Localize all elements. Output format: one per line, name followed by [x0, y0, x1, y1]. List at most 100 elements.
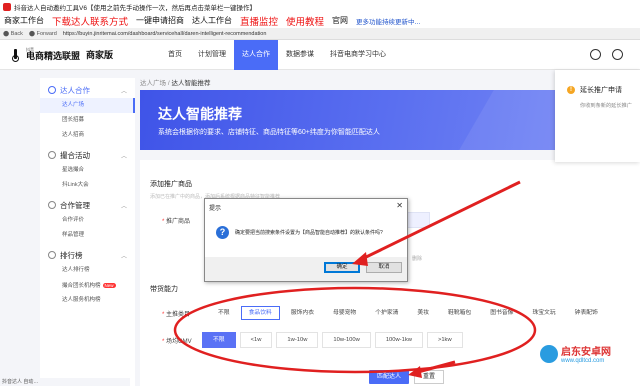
question-icon: ? [216, 226, 229, 239]
product-label-text: 推广商品 [166, 219, 191, 225]
logo-main-text: 电商精选联盟 [26, 51, 81, 61]
link-influencer-workbench[interactable]: 达人工作台 [192, 15, 232, 26]
douyin-logo-icon [12, 48, 22, 62]
chevron-up-icon: ︿ [120, 203, 127, 210]
sidebar-item-star-match[interactable]: 星选撮合 [40, 163, 135, 178]
reset-button[interactable]: 重置 [414, 370, 444, 384]
dialog-cancel-button[interactable]: 取消 [366, 262, 402, 273]
product-field-label: * 推广商品 [162, 219, 191, 225]
address-bar: ⬤ Back ⬤ Forward https://buyin.jinritema… [0, 28, 640, 40]
sidebar-group-label: 合作管理 [60, 200, 90, 210]
section-sales-ability-title: 带货能力 [150, 286, 178, 293]
category-option[interactable]: 母婴宠物 [325, 306, 364, 320]
group-icon [48, 251, 56, 259]
category-option[interactable]: 鞋靴箱包 [440, 306, 479, 320]
gmv-option[interactable]: 10w-100w [322, 332, 371, 348]
chevron-up-icon: ︿ [120, 253, 127, 260]
category-option[interactable]: 个护家清 [367, 306, 406, 320]
forward-label: Forward [36, 30, 57, 37]
watermark-name: 启东安卓网 [561, 347, 611, 358]
sidebar-group-match-events[interactable]: 撮合活动 ︿ [40, 147, 135, 163]
breadcrumb-current: 达人智能推荐 [171, 80, 211, 87]
sidebar: 达人合作 ︿ 达人广场 团长招募 达人招商 撮合活动 ︿ 星选撮合 抖Link大… [40, 78, 135, 386]
close-icon[interactable]: ✕ [396, 201, 403, 210]
group-icon [48, 201, 56, 209]
watermark-url: www.qdltcd.com [561, 358, 605, 364]
page-title: 达人智能推荐 [158, 107, 242, 123]
dialog-ok-button[interactable]: 确定 [324, 262, 360, 273]
settings-icon[interactable] [590, 49, 601, 60]
sidebar-item-influencer-invite[interactable]: 达人招商 [40, 128, 135, 143]
gmv-option[interactable]: <1w [239, 332, 273, 348]
link-download-contacts[interactable]: 下载达人联系方式 [52, 14, 128, 28]
confirm-dialog: 提示 ✕ ? 确定要把当前搜索条件设置为【商品智能自动推荐】的默认条件吗? 确定… [204, 198, 408, 282]
link-apply-invite[interactable]: 一键申请招商 [136, 15, 184, 26]
app-icon [3, 2, 11, 11]
app-logo[interactable]: 抖音 电商精选联盟 商家版 [12, 48, 114, 62]
category-option[interactable]: 图书音像 [482, 306, 521, 320]
category-label-text: 主推类目 [166, 312, 191, 318]
forward-button[interactable]: ⬤ Forward [29, 31, 57, 37]
gmv-option[interactable]: >1kw [426, 332, 463, 348]
sidebar-group-label: 达人合作 [60, 85, 90, 95]
notification-card[interactable]: ! 延长推广申请 你收到条新的延长推广 [555, 70, 640, 162]
sidebar-group-label: 排行榜 [60, 250, 83, 260]
link-official-site[interactable]: 官网 [332, 15, 348, 26]
category-option[interactable]: 美妆 [409, 306, 437, 320]
warning-icon: ! [567, 86, 575, 94]
category-option-selected[interactable]: 食品饮料 [240, 306, 280, 320]
breadcrumb-parent[interactable]: 达人广场 [140, 80, 166, 87]
dialog-message: 确定要把当前搜索条件设置为【商品智能自动推荐】的默认条件吗? [235, 230, 383, 236]
gmv-option[interactable]: 100w-1kw [374, 332, 423, 348]
nav-influencer-cooperation[interactable]: 达人合作 [234, 40, 278, 70]
link-more-features[interactable]: 更多功能持续更新中... [356, 16, 421, 26]
window-titlebar: 抖音达人自动邀约工具V6【使用之前先手动操作一次，然后再点击菜单栏一键操作】 [0, 0, 640, 13]
sidebar-item-service-agency-ranking[interactable]: 达人服务机构榜 [40, 293, 135, 308]
gmv-option[interactable]: 1w-10w [276, 332, 319, 348]
url-field[interactable]: https://buyin.jinritemai.com/dashboard/s… [63, 31, 267, 37]
group-icon [48, 86, 56, 94]
section-add-product-title: 添加推广商品 [150, 181, 192, 188]
merchant-edition-label: 商家版 [86, 50, 114, 60]
category-option[interactable]: 服饰内衣 [283, 306, 322, 320]
app-header: 抖音 电商精选联盟 商家版 首页 计划管理 达人合作 数据参谋 抖音电商学习中心 [0, 40, 640, 70]
nav-learning-center[interactable]: 抖音电商学习中心 [322, 40, 394, 70]
delete-product-link[interactable]: 删除 [412, 255, 422, 262]
category-option[interactable]: 钟表配饰 [567, 306, 606, 320]
group-icon [48, 151, 56, 159]
sidebar-item-leader-agency-ranking[interactable]: 撮合团长机构榜 New [40, 278, 135, 293]
nav-data-advisor[interactable]: 数据参谋 [278, 40, 322, 70]
watermark-logo-icon [540, 344, 558, 363]
sidebar-group-coop-management[interactable]: 合作管理 ︿ [40, 197, 135, 213]
new-badge: New [102, 283, 116, 288]
link-merchant-workbench[interactable]: 商家工作台 [4, 15, 44, 26]
back-label: Back [10, 30, 23, 37]
sidebar-item-label: 撮合团长机构榜 [62, 283, 101, 289]
gmv-options: 不限 <1w 1w-10w 10w-100w 100w-1kw >1kw [202, 332, 467, 348]
sidebar-item-sample-management[interactable]: 样品管理 [40, 228, 135, 243]
back-button[interactable]: ⬤ Back [3, 31, 23, 37]
notification-desc: 你收到条新的延长推广 [580, 103, 632, 109]
sidebar-item-influencer-ranking[interactable]: 达人排行榜 [40, 263, 135, 278]
link-tutorial[interactable]: 使用教程 [286, 14, 324, 28]
dialog-title: 提示 [209, 205, 222, 212]
top-nav: 首页 计划管理 达人合作 数据参谋 抖音电商学习中心 [160, 40, 394, 70]
sidebar-item-influencer-square[interactable]: 达人广场 [40, 98, 135, 113]
category-option[interactable]: 珠宝文玩 [524, 306, 563, 320]
notification-bell-icon[interactable] [612, 49, 623, 60]
match-influencer-button[interactable]: 匹配达人 [369, 370, 409, 384]
sidebar-item-leader-recruit[interactable]: 团长招募 [40, 113, 135, 128]
nav-home[interactable]: 首页 [160, 40, 190, 70]
sidebar-group-cooperation[interactable]: 达人合作 ︿ [40, 82, 135, 98]
sidebar-item-link-conference[interactable]: 抖Link大会 [40, 178, 135, 193]
nav-plan-management[interactable]: 计划管理 [190, 40, 234, 70]
link-live-monitor[interactable]: 直播监控 [240, 14, 278, 28]
sidebar-group-rankings[interactable]: 排行榜 ︿ [40, 247, 135, 263]
category-options: 不限 食品饮料 服饰内衣 母婴宠物 个护家清 美妆 鞋靴箱包 图书音像 珠宝文玩… [210, 306, 609, 320]
window-title: 抖音达人自动邀约工具V6【使用之前先手动操作一次，然后再点击菜单栏一键操作】 [14, 4, 256, 12]
chevron-up-icon: ︿ [120, 153, 127, 160]
gmv-option-selected[interactable]: 不限 [202, 332, 236, 348]
sidebar-item-coop-review[interactable]: 合作评价 [40, 213, 135, 228]
category-option[interactable]: 不限 [210, 306, 238, 320]
tool-link-bar: 商家工作台 下载达人联系方式 一键申请招商 达人工作台 直播监控 使用教程 官网… [0, 13, 640, 28]
